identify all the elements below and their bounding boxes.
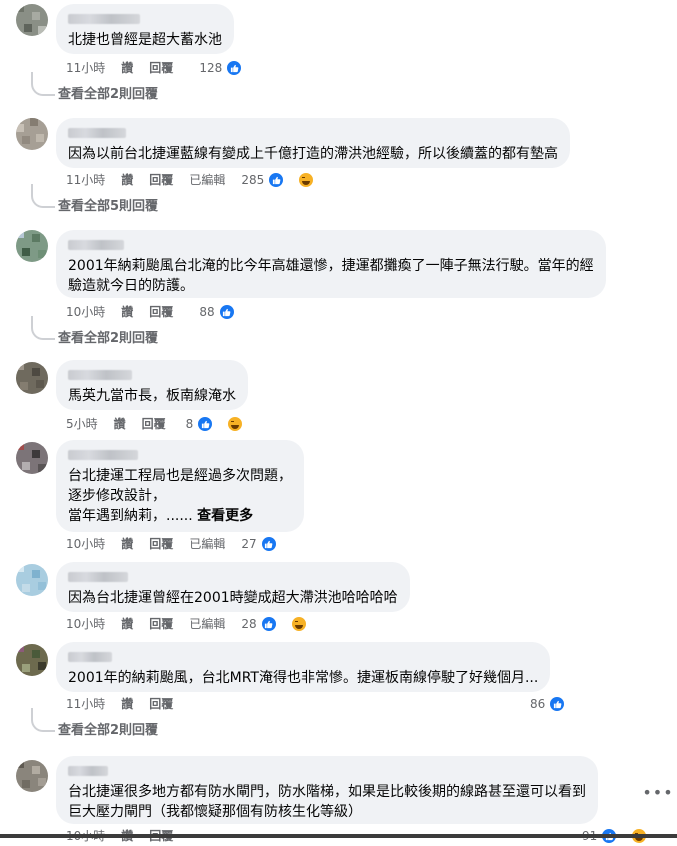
reaction-count: 88 <box>199 305 215 319</box>
avatar[interactable] <box>16 760 48 792</box>
comment-text: 因為以前台北捷運藍線有變成上千億打造的滯洪池經驗，所以後續蓋的都有墊高 <box>68 146 558 162</box>
view-replies-link[interactable]: 查看全部5則回覆 <box>58 198 158 216</box>
view-replies-link[interactable]: 查看全部2則回覆 <box>58 330 158 348</box>
author-name[interactable] <box>68 450 138 460</box>
comment-text-body: 台北捷運工程局也是經過多次問題， 逐步修改設計， 當年遇到納莉，...... <box>68 468 292 524</box>
comment-text: 馬英九當市長，板南線淹水 <box>68 388 236 404</box>
reaction-count: 285 <box>241 173 265 187</box>
reply-button[interactable]: 回覆 <box>149 170 173 190</box>
comment-actions: 10小時 讚 回覆 88 <box>66 302 252 322</box>
thread-connector <box>31 316 55 340</box>
comment-bubble: 北捷也曾經是超大蓄水池 <box>56 4 234 54</box>
like-reaction-icon <box>225 59 244 77</box>
author-name[interactable] <box>68 766 108 776</box>
comment-bubble: 台北捷運很多地方都有防水閘門，防水階梯，如果是比較後期的線路甚至還可以看到 巨大… <box>56 756 598 824</box>
like-reaction-icon <box>259 535 278 553</box>
haha-reaction-icon <box>226 415 245 433</box>
reply-button[interactable]: 回覆 <box>149 302 173 322</box>
reaction-count: 27 <box>241 537 257 551</box>
thread-connector <box>31 708 55 732</box>
reaction-count: 128 <box>199 61 223 75</box>
timestamp[interactable]: 11小時 <box>66 170 105 190</box>
like-reaction-icon <box>196 415 215 433</box>
comment-text: 北捷也曾經是超大蓄水池 <box>68 32 222 48</box>
timestamp[interactable]: 11小時 <box>66 58 105 78</box>
thread-connector <box>31 184 55 208</box>
timestamp[interactable]: 10小時 <box>66 614 105 634</box>
like-button[interactable]: 讚 <box>121 170 133 190</box>
comment-text: 台北捷運工程局也是經過多次問題， 逐步修改設計， 當年遇到納莉，...... 查… <box>68 466 292 526</box>
reply-button[interactable]: 回覆 <box>142 414 166 434</box>
reaction-summary[interactable]: 8 <box>186 414 261 434</box>
more-options-button[interactable]: ••• <box>642 778 672 806</box>
reaction-summary[interactable]: 128 <box>199 58 259 78</box>
like-button[interactable]: 讚 <box>121 58 133 78</box>
like-button[interactable]: 讚 <box>121 534 133 554</box>
window-bottom-edge <box>0 834 677 838</box>
thread-connector <box>31 72 55 96</box>
timestamp[interactable]: 5小時 <box>66 414 98 434</box>
view-replies-link[interactable]: 查看全部2則回覆 <box>58 722 158 740</box>
reply-button[interactable]: 回覆 <box>149 614 173 634</box>
reaction-summary[interactable]: 27 <box>241 534 293 554</box>
timestamp[interactable]: 11小時 <box>66 694 105 714</box>
reaction-count: 86 <box>530 697 546 711</box>
comment-bubble: 因為以前台北捷運藍線有變成上千億打造的滯洪池經驗，所以後續蓋的都有墊高 <box>56 118 570 168</box>
comment-text: 因為台北捷運曾經在2001時變成超大滯洪池哈哈哈哈 <box>68 590 398 606</box>
avatar[interactable] <box>16 4 48 36</box>
reaction-summary[interactable]: 88 <box>199 302 251 322</box>
comment-bubble: 台北捷運工程局也是經過多次問題， 逐步修改設計， 當年遇到納莉，...... 查… <box>56 440 304 532</box>
reaction-summary[interactable]: 86 <box>530 694 582 714</box>
edited-label: 已編輯 <box>189 617 226 631</box>
author-name[interactable] <box>68 652 112 662</box>
reaction-summary[interactable]: 285 <box>241 170 331 190</box>
like-reaction-icon <box>267 171 286 189</box>
reply-button[interactable]: 回覆 <box>149 534 173 554</box>
comment-text: 2001年納莉颱風台北淹的比今年高雄還慘，捷運都攤瘓了一陣子無法行駛。當年的經 … <box>68 258 594 294</box>
haha-reaction-icon <box>289 615 308 633</box>
timestamp[interactable]: 10小時 <box>66 302 105 322</box>
comment-bubble: 馬英九當市長，板南線淹水 <box>56 360 248 410</box>
avatar[interactable] <box>16 118 48 150</box>
timestamp[interactable]: 10小時 <box>66 534 105 554</box>
comment-bubble: 2001年納莉颱風台北淹的比今年高雄還慘，捷運都攤瘓了一陣子無法行駛。當年的經 … <box>56 230 606 298</box>
reply-button[interactable]: 回覆 <box>149 694 173 714</box>
see-more-link[interactable]: 查看更多 <box>197 508 253 524</box>
comment-actions: 11小時 讚 回覆 已編輯 285 <box>66 170 331 190</box>
reaction-summary[interactable]: 28 <box>241 614 323 634</box>
like-reaction-icon <box>548 695 567 713</box>
edited-label: 已編輯 <box>189 537 226 551</box>
avatar[interactable] <box>16 230 48 262</box>
view-replies-link[interactable]: 查看全部2則回覆 <box>58 86 158 104</box>
comment-bubble: 2001年的納莉颱風，台北MRT淹得也非常慘。捷運板南線停駛了好幾個月... <box>56 642 551 692</box>
comment-text: 2001年的納莉颱風，台北MRT淹得也非常慘。捷運板南線停駛了好幾個月... <box>68 670 539 686</box>
like-button[interactable]: 讚 <box>121 302 133 322</box>
avatar[interactable] <box>16 442 48 474</box>
edited-label: 已編輯 <box>189 173 226 187</box>
author-name[interactable] <box>68 128 126 138</box>
avatar[interactable] <box>16 362 48 394</box>
comment-actions: 10小時 讚 回覆 已編輯 28 <box>66 614 324 634</box>
haha-reaction-icon <box>297 171 316 189</box>
like-button[interactable]: 讚 <box>121 694 133 714</box>
avatar[interactable] <box>16 644 48 676</box>
author-name[interactable] <box>68 14 140 24</box>
comment-bubble: 因為台北捷運曾經在2001時變成超大滯洪池哈哈哈哈 <box>56 562 410 612</box>
comment-text: 台北捷運很多地方都有防水閘門，防水階梯，如果是比較後期的線路甚至還可以看到 巨大… <box>68 784 586 820</box>
comment-actions: 11小時 讚 回覆 <box>66 694 189 714</box>
like-reaction-icon <box>217 303 236 321</box>
avatar[interactable] <box>16 564 48 596</box>
author-name[interactable] <box>68 370 132 380</box>
comment-actions: 11小時 讚 回覆 128 <box>66 58 259 78</box>
reaction-count: 28 <box>241 617 257 631</box>
author-name[interactable] <box>68 572 128 582</box>
like-reaction-icon <box>259 615 278 633</box>
author-name[interactable] <box>68 240 124 250</box>
reply-button[interactable]: 回覆 <box>149 58 173 78</box>
reaction-count: 8 <box>185 417 194 431</box>
like-button[interactable]: 讚 <box>121 614 133 634</box>
like-button[interactable]: 讚 <box>114 414 126 434</box>
comment-actions: 10小時 讚 回覆 已編輯 27 <box>66 534 294 554</box>
comment-actions: 5小時 讚 回覆 8 <box>66 414 260 434</box>
